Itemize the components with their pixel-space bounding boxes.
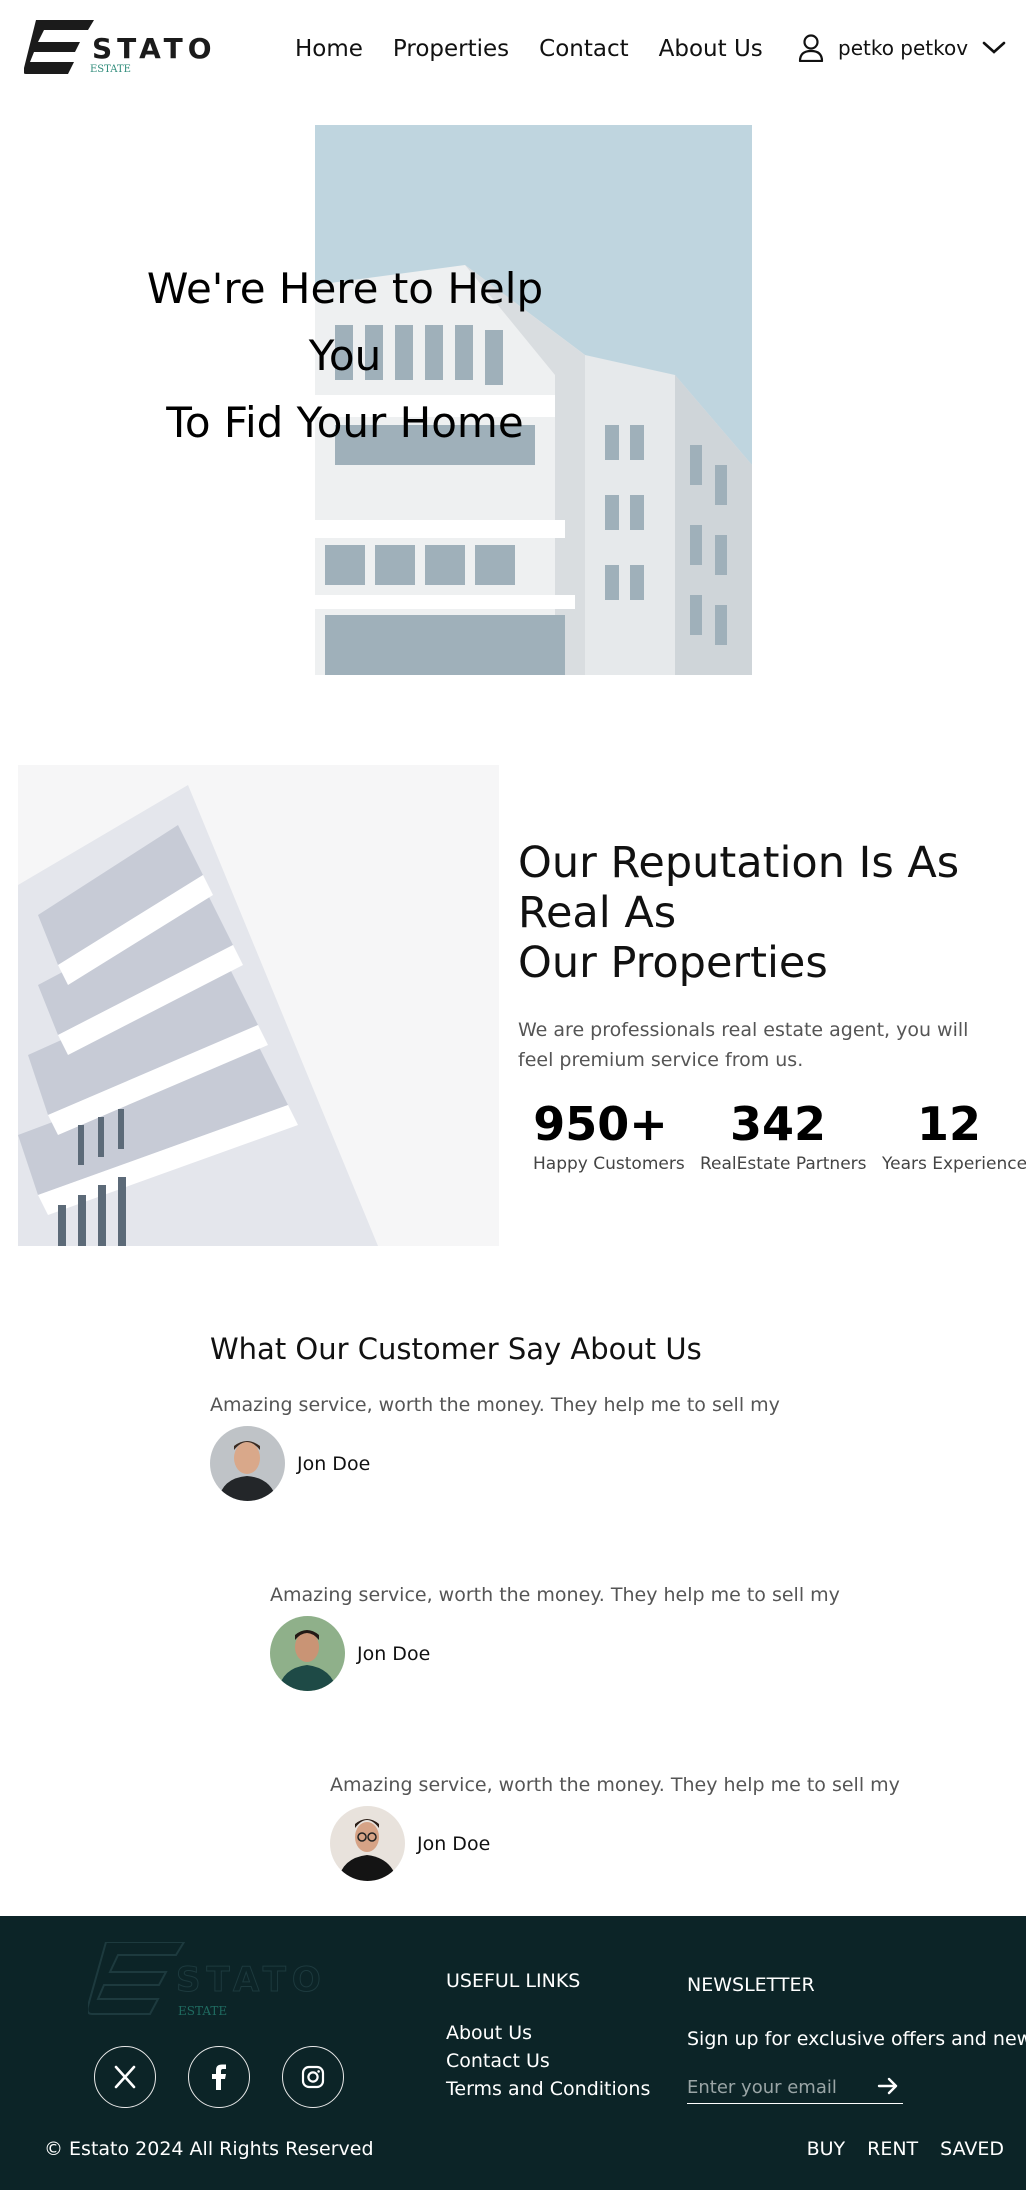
- newsletter-title: NEWSLETTER: [687, 1974, 815, 1996]
- reputation-building-image: [18, 765, 499, 1246]
- testimonial-quote: Amazing service, worth the money. They h…: [270, 1584, 840, 1606]
- testimonial-card: Amazing service, worth the money. They h…: [270, 1584, 840, 1691]
- x-twitter-icon: [114, 2065, 136, 2089]
- copyright-text: © Estato 2024 All Rights Reserved: [44, 2138, 374, 2160]
- chevron-down-icon[interactable]: [982, 41, 1006, 55]
- instagram-icon: [301, 2065, 325, 2089]
- testimonial-name: Jon Doe: [297, 1452, 371, 1475]
- nav-about-us[interactable]: About Us: [659, 36, 763, 62]
- hero-title: We're Here to Help You To Fid Your Home: [110, 255, 580, 456]
- user-name: petko petkov: [838, 36, 969, 60]
- reputation-title: Our Reputation Is As Real As Our Propert…: [518, 838, 1026, 988]
- stat-value: 342: [729, 1097, 827, 1151]
- useful-links-title: USEFUL LINKS: [446, 1970, 581, 1992]
- hero-title-line-1: We're Here to Help You: [146, 264, 544, 380]
- footer-logo-text: STATO: [176, 1960, 327, 2001]
- stat-label: RealEstate Partners: [700, 1154, 867, 1174]
- newsletter-form: [687, 2072, 903, 2104]
- footer-link-contact-us[interactable]: Contact Us: [446, 2050, 650, 2072]
- nav-contact[interactable]: Contact: [539, 36, 628, 62]
- testimonials-title: What Our Customer Say About Us: [210, 1332, 702, 1366]
- estato-logo[interactable]: STATO ESTATE: [23, 20, 212, 80]
- nav-home[interactable]: Home: [295, 36, 363, 62]
- facebook-icon: [212, 2064, 226, 2090]
- stat-realestate-partners: 342 RealEstate Partners: [700, 1096, 867, 1174]
- logo-e-mark-icon: [86, 1941, 186, 2015]
- nav-properties[interactable]: Properties: [393, 36, 509, 62]
- stat-happy-customers: 950+ Happy Customers: [533, 1096, 685, 1174]
- testimonial-card: Amazing service, worth the money. They h…: [210, 1394, 780, 1501]
- stat-years-experience: 12 Years Experience: [882, 1096, 1026, 1174]
- logo-text: STATO: [92, 32, 217, 65]
- footer-bottom-links: BUY RENT SAVED: [807, 2138, 1004, 2160]
- facebook-button[interactable]: [188, 2046, 250, 2108]
- stat-label: Happy Customers: [533, 1154, 685, 1174]
- footer-link-saved[interactable]: SAVED: [940, 2138, 1004, 2160]
- testimonial-quote: Amazing service, worth the money. They h…: [210, 1394, 780, 1416]
- user-icon: [798, 34, 824, 62]
- newsletter-text: Sign up for exclusive offers and news: [687, 2028, 1026, 2050]
- newsletter-email-input[interactable]: [687, 2072, 867, 2102]
- user-menu[interactable]: petko petkov: [798, 34, 1006, 62]
- logo-subtext: ESTATE: [90, 64, 131, 75]
- useful-links: About Us Contact Us Terms and Conditions: [446, 2022, 650, 2100]
- footer-link-rent[interactable]: RENT: [867, 2138, 918, 2160]
- testimonial-author: Jon Doe: [210, 1426, 780, 1501]
- social-links: [94, 2046, 344, 2108]
- hero-title-line-2: To Fid Your Home: [166, 398, 524, 447]
- footer-logo[interactable]: STATO ESTATE: [86, 1941, 328, 2022]
- testimonial-card: Amazing service, worth the money. They h…: [330, 1774, 900, 1881]
- logo-e-mark-icon: [23, 20, 94, 74]
- site-footer: STATO ESTATE USEFUL LINKS About Us Conta…: [0, 1916, 1026, 2190]
- site-header: STATO ESTATE Home Properties Contact Abo…: [0, 0, 1026, 100]
- avatar: [330, 1806, 405, 1881]
- testimonial-name: Jon Doe: [417, 1832, 491, 1855]
- reputation-title-line-1: Our Reputation Is As Real As: [518, 838, 960, 938]
- instagram-button[interactable]: [282, 2046, 344, 2108]
- testimonial-name: Jon Doe: [357, 1642, 431, 1665]
- x-twitter-button[interactable]: [94, 2046, 156, 2108]
- reputation-title-line-2: Our Properties: [518, 938, 828, 988]
- stat-label: Years Experience: [882, 1154, 1026, 1174]
- testimonial-quote: Amazing service, worth the money. They h…: [330, 1774, 900, 1796]
- footer-link-buy[interactable]: BUY: [807, 2138, 846, 2160]
- reputation-description: We are professionals real estate agent, …: [518, 1019, 969, 1071]
- main-nav: Home Properties Contact About Us: [295, 36, 763, 62]
- footer-logo-subtext: ESTATE: [178, 2004, 228, 2018]
- arrow-right-icon[interactable]: [877, 2076, 899, 2096]
- footer-link-about-us[interactable]: About Us: [446, 2022, 650, 2044]
- avatar: [270, 1616, 345, 1691]
- footer-link-terms[interactable]: Terms and Conditions: [446, 2078, 650, 2100]
- stat-value: 12: [916, 1097, 981, 1151]
- avatar: [210, 1426, 285, 1501]
- testimonial-author: Jon Doe: [270, 1616, 840, 1691]
- testimonial-author: Jon Doe: [330, 1806, 900, 1881]
- stat-value: 950+: [533, 1097, 668, 1151]
